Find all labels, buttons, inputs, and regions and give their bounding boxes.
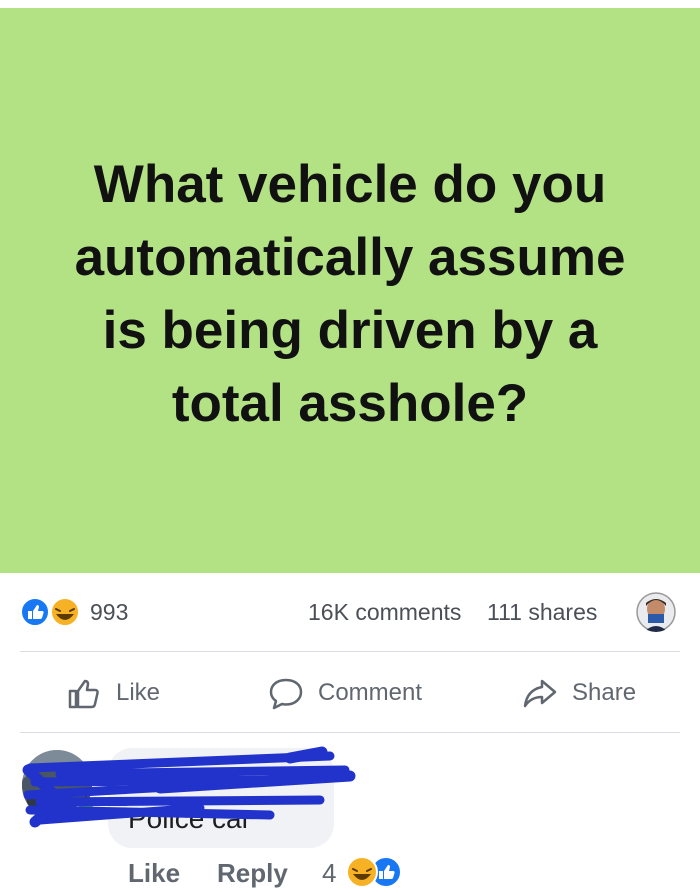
comment-reaction-icons[interactable] <box>340 854 406 890</box>
comment-item: Police car Like Reply 4 <box>0 740 700 893</box>
reaction-summary[interactable] <box>20 597 82 627</box>
post-actions-row: Like Comment Share <box>0 665 700 721</box>
like-button-label: Like <box>116 679 161 706</box>
redaction-scribble <box>22 746 356 828</box>
reaction-count[interactable]: 993 <box>90 599 128 626</box>
share-button-label: Share <box>572 679 637 706</box>
divider <box>20 732 680 733</box>
comment-actions: Like Reply 4 <box>0 852 700 892</box>
viewer-avatar[interactable] <box>636 592 676 632</box>
haha-icon <box>346 856 378 888</box>
share-arrow-icon <box>523 679 557 708</box>
comment-button-label: Comment <box>318 679 423 706</box>
haha-icon <box>50 597 80 627</box>
post-text: What vehicle do you automatically assume… <box>74 154 626 433</box>
comments-count[interactable]: 16K comments <box>308 599 461 626</box>
like-icon <box>20 597 50 627</box>
like-button[interactable]: Like <box>66 673 160 713</box>
comment-reaction-count[interactable]: 4 <box>322 858 336 889</box>
comment-like-button[interactable]: Like <box>128 858 180 889</box>
share-button[interactable]: Share <box>522 673 636 713</box>
thumbs-up-icon <box>68 679 99 709</box>
post-background-card: What vehicle do you automatically assume… <box>0 8 700 573</box>
comment-reply-button[interactable]: Reply <box>217 858 288 889</box>
post-stats-row: 993 16K comments 111 shares <box>0 587 700 635</box>
shares-count[interactable]: 111 shares <box>487 599 597 626</box>
comment-button[interactable]: Comment <box>268 673 422 713</box>
divider <box>20 651 680 652</box>
comment-bubble-icon <box>269 678 303 710</box>
